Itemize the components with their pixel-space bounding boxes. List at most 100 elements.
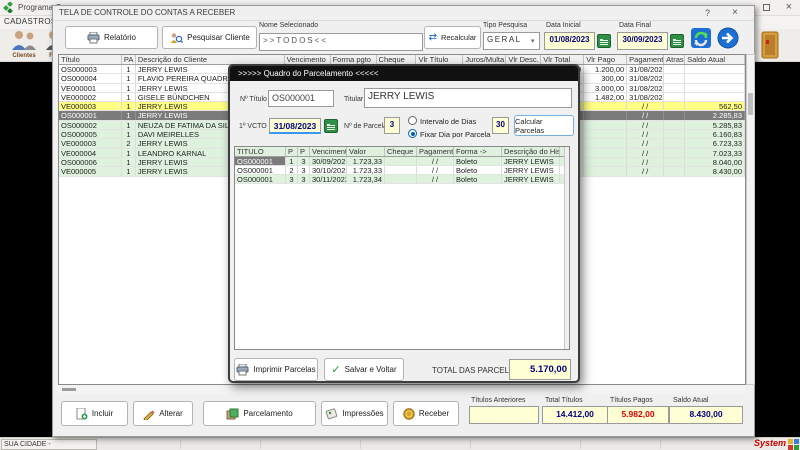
cell-pagamento: / / [627,121,664,129]
vertical-scrollbar[interactable] [564,147,570,350]
column-header[interactable]: P [298,147,310,156]
column-header[interactable]: Vencimento [310,147,347,156]
cell-saldo: 8.430,00 [685,167,745,175]
help-icon[interactable]: ? [705,8,710,18]
column-header[interactable]: Valor [347,147,385,156]
column-header[interactable]: Cheque [385,147,417,156]
calendar-icon[interactable] [324,119,338,133]
column-header[interactable]: Descrição do His [502,147,560,156]
imprimir-parcelas-button[interactable]: Imprimir Parcelas [234,358,318,381]
tipo-pesquisa-label: Tipo Pesquisa [483,22,527,29]
toolbar-exit-button[interactable] [760,31,782,59]
pesquisar-cliente-button[interactable]: Pesquisar Cliente [162,26,257,49]
table-row[interactable]: OS0000012330/10/20231.723,33/ /BoletoJER… [235,166,569,175]
app-close-icon[interactable]: × [786,1,792,13]
num-parcelas-field[interactable]: 3 [384,117,400,134]
relatorio-button[interactable]: Relatório [65,26,158,49]
data-inicial-field[interactable]: 01/08/2023 [544,32,595,50]
cell-atraso [664,65,685,73]
column-header[interactable]: Juros/Multa [463,55,506,64]
toolbar-clientes-button[interactable]: Clientes [3,30,45,59]
recalc-arrows-icon: ⇄ [429,32,437,43]
cell-pa: 1 [122,167,136,175]
radio-intervalo-dias[interactable] [408,116,417,125]
vertical-scrollbar[interactable] [746,54,755,385]
nome-selecionado-field[interactable]: >>TODOS<< [259,33,423,51]
maximize-icon[interactable] [763,3,770,13]
export-excel-button[interactable] [690,27,712,52]
column-header[interactable]: Pagamento [417,147,454,156]
vcto-field[interactable]: 31/08/2023 [269,118,321,134]
column-header[interactable]: Atraso [664,55,685,64]
dialog-titlebar[interactable]: >>>>> Quadro do Parcelamento <<<<< [230,66,578,81]
column-header[interactable]: TITULO [235,147,286,156]
cell-vlr_pago: 3.000,00 [584,84,627,92]
printer-icon [236,364,249,376]
num-titulo-field[interactable]: OS000001 [268,90,334,107]
column-header[interactable]: Vencimento [285,55,331,64]
column-header[interactable]: P [286,147,298,156]
column-header[interactable]: Vlr Título [416,55,463,64]
dia-parcela-field[interactable]: 30 [492,117,509,134]
tipo-pesquisa-select[interactable]: GERAL ▾ [483,32,540,50]
alterar-button[interactable]: Alterar [133,401,193,426]
cell-saldo [685,84,745,92]
column-header[interactable]: Forma -> [454,147,502,156]
cell-valor: 1.723,33 [347,157,385,165]
cell-titulo: VE000003 [59,102,122,110]
column-header[interactable]: Pagamento [627,55,664,64]
salvar-voltar-button[interactable]: ✓ Salvar e Voltar [324,358,404,381]
cell-vlr_pago: 1.482,00 [584,93,627,101]
horizontal-scrollbar[interactable] [58,386,746,394]
radio-fixar-dia[interactable] [408,129,417,138]
cell-saldo [685,93,745,101]
column-header[interactable]: Descrição do Cliente [136,55,285,64]
cell-saldo [685,74,745,82]
menu-cadastros[interactable]: CADASTROS [4,17,57,26]
cell-atraso [664,93,685,101]
calendar-icon[interactable] [670,34,684,48]
cell-pagamento: 31/08/2023 [627,65,664,73]
parcelas-table[interactable]: TITULOPPVencimentoValorChequePagamentoFo… [234,146,570,350]
column-header[interactable]: Vlr Total [541,55,584,64]
cell-pa: 1 [122,84,136,92]
column-header[interactable]: Vlr Pago [584,55,627,64]
column-header[interactable]: Cheque [377,55,417,64]
cell-titulo: OS000002 [59,121,122,129]
radio-intervalo-label[interactable]: Intervalo de Dias [420,117,476,126]
impressoes-button[interactable]: Impressões [321,401,388,426]
calendar-icon[interactable] [597,34,611,48]
cell-cheque [385,157,417,165]
scrollbar-thumb[interactable] [62,388,76,391]
table-row[interactable]: OS0000013330/11/20231.723,34/ /BoletoJER… [235,175,569,184]
cell-titulo: OS000006 [59,158,122,166]
add-document-icon [76,408,88,420]
close-icon[interactable]: × [732,7,738,18]
column-header[interactable]: Título [59,55,122,64]
cell-titulo: OS000003 [59,65,122,73]
recalcular-button[interactable]: ⇄ Recalcular [424,26,481,49]
cell-pagamento: 31/08/2023 [627,93,664,101]
brand-logo-text: System [754,438,786,448]
go-button[interactable] [716,27,740,52]
column-header[interactable]: PA [122,55,136,64]
receber-button[interactable]: Receber [393,401,459,426]
total-parcelas-label: TOTAL DAS PARCELAS [432,366,520,375]
data-final-field[interactable]: 30/09/2023 [617,32,668,50]
titular-field[interactable]: JERRY LEWIS [364,88,572,108]
column-header[interactable]: Saldo Atual [685,55,745,64]
titular-label: Titular [344,96,363,103]
calcular-parcelas-button[interactable]: Calcular Parcelas [514,115,574,136]
table-row[interactable]: OS0000011330/09/20231.723,33/ /BoletoJER… [235,157,569,166]
parcelamento-button[interactable]: Parcelamento [203,401,316,426]
column-header[interactable]: Vlr Desc. [506,55,541,64]
incluir-button[interactable]: Incluir [61,401,128,426]
column-header[interactable]: Forma pgto [331,55,377,64]
cell-atraso [664,84,685,92]
radio-fixar-label[interactable]: Fixar Dia por Parcela [420,130,490,139]
cell-forma: Boleto [454,175,502,183]
cell-pa: 2 [122,139,136,147]
window-titlebar[interactable]: TELA DE CONTROLE DO CONTAS A RECEBER ? × [53,6,754,21]
scrollbar-thumb[interactable] [748,93,753,115]
cell-saldo: 7.023,33 [685,149,745,157]
